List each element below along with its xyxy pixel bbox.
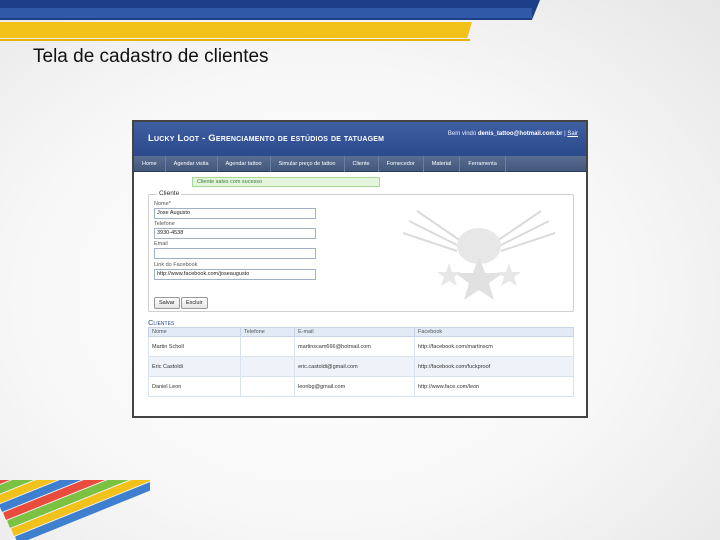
delete-button[interactable]: Excluir — [181, 297, 208, 309]
welcome-prefix: Bem vindo — [447, 131, 477, 137]
eagle-emblem-icon — [402, 210, 556, 300]
cell-nome: Martin Scholl — [148, 336, 241, 357]
slide-yellow-line — [0, 39, 470, 41]
nav-material[interactable]: Material — [424, 155, 461, 172]
slide-top-bar-stripe — [0, 8, 532, 18]
table-row[interactable]: Eric Castoldi eric.castoldi@gmail.com ht… — [148, 356, 574, 377]
cell-facebook: http://www.face.com/leon — [414, 376, 574, 397]
app-screenshot: Lucky Loot - Gerenciamento de estúdios d… — [132, 120, 588, 418]
books-decoration — [0, 480, 150, 540]
table-row[interactable]: Martin Scholl martinscam666@hotmail.com … — [148, 336, 574, 357]
logout-link[interactable]: Sair — [567, 131, 578, 137]
welcome-text: Bem vindo denis_tattoo@hotmail.com.br | … — [447, 131, 578, 137]
cell-telefone — [240, 336, 295, 357]
cell-telefone — [240, 356, 295, 377]
col-facebook[interactable]: Facebook — [414, 327, 574, 337]
clientes-title: Clientes — [148, 318, 175, 327]
cell-email: leonbg@gmail.com — [294, 376, 415, 397]
app-title: Lucky Loot - Gerenciamento de estúdios d… — [148, 133, 385, 144]
app-header: Lucky Loot - Gerenciamento de estúdios d… — [134, 122, 586, 156]
nav-fornecedor[interactable]: Fornecedor — [379, 155, 424, 172]
cell-nome: Daniel Leon — [148, 376, 241, 397]
cell-facebook: http://facebook.com/fuckproof — [414, 356, 574, 377]
col-telefone[interactable]: Telefone — [240, 327, 295, 337]
cell-email: martinscam666@hotmail.com — [294, 336, 415, 357]
table-row[interactable]: Daniel Leon leonbg@gmail.com http://www.… — [148, 376, 574, 397]
nav-simular-preco[interactable]: Simular preço de tattoo — [271, 155, 345, 172]
user-email: denis_tattoo@hotmail.com.br — [477, 131, 563, 137]
col-email[interactable]: E-mail — [294, 327, 415, 337]
nav-ferramenta[interactable]: Ferramenta — [460, 155, 506, 172]
main-nav: Home Agendar visita Agendar tattoo Simul… — [134, 155, 586, 172]
slide-yellow-bar — [0, 22, 472, 38]
cell-telefone — [240, 376, 295, 397]
telefone-input[interactable]: 3930-4538 — [154, 228, 316, 239]
telefone-label: Telefone — [154, 221, 175, 227]
nav-cliente[interactable]: Cliente — [345, 155, 379, 172]
form-legend: Cliente — [157, 190, 182, 197]
cliente-form: Cliente Nome* Jose Augusto Telefone 3930… — [148, 190, 574, 312]
success-message: Cliente salvo com sucesso — [192, 177, 380, 187]
clientes-table: Nome Telefone E-mail Facebook Martin Sch… — [148, 327, 574, 397]
email-label: Email — [154, 241, 168, 247]
col-nome[interactable]: Nome — [148, 327, 241, 337]
nav-agendar-visita[interactable]: Agendar visita — [166, 155, 218, 172]
main-content: Cliente salvo com sucesso Cliente Nome* … — [134, 172, 586, 416]
save-button[interactable]: Salvar — [154, 297, 180, 309]
facebook-input[interactable]: http://www.facebook.com/joseaugusto — [154, 269, 316, 280]
cell-email: eric.castoldi@gmail.com — [294, 356, 415, 377]
cell-facebook: http://facebook.com/martinscm — [414, 336, 574, 357]
nav-agendar-tattoo[interactable]: Agendar tattoo — [218, 155, 271, 172]
facebook-label: Link do Facebook — [154, 262, 198, 268]
slide-title: Tela de cadastro de clientes — [33, 46, 269, 67]
cell-nome: Eric Castoldi — [148, 356, 241, 377]
nome-label: Nome* — [154, 201, 171, 207]
nav-home[interactable]: Home — [134, 155, 166, 172]
email-input[interactable] — [154, 248, 316, 259]
nome-input[interactable]: Jose Augusto — [154, 208, 316, 219]
